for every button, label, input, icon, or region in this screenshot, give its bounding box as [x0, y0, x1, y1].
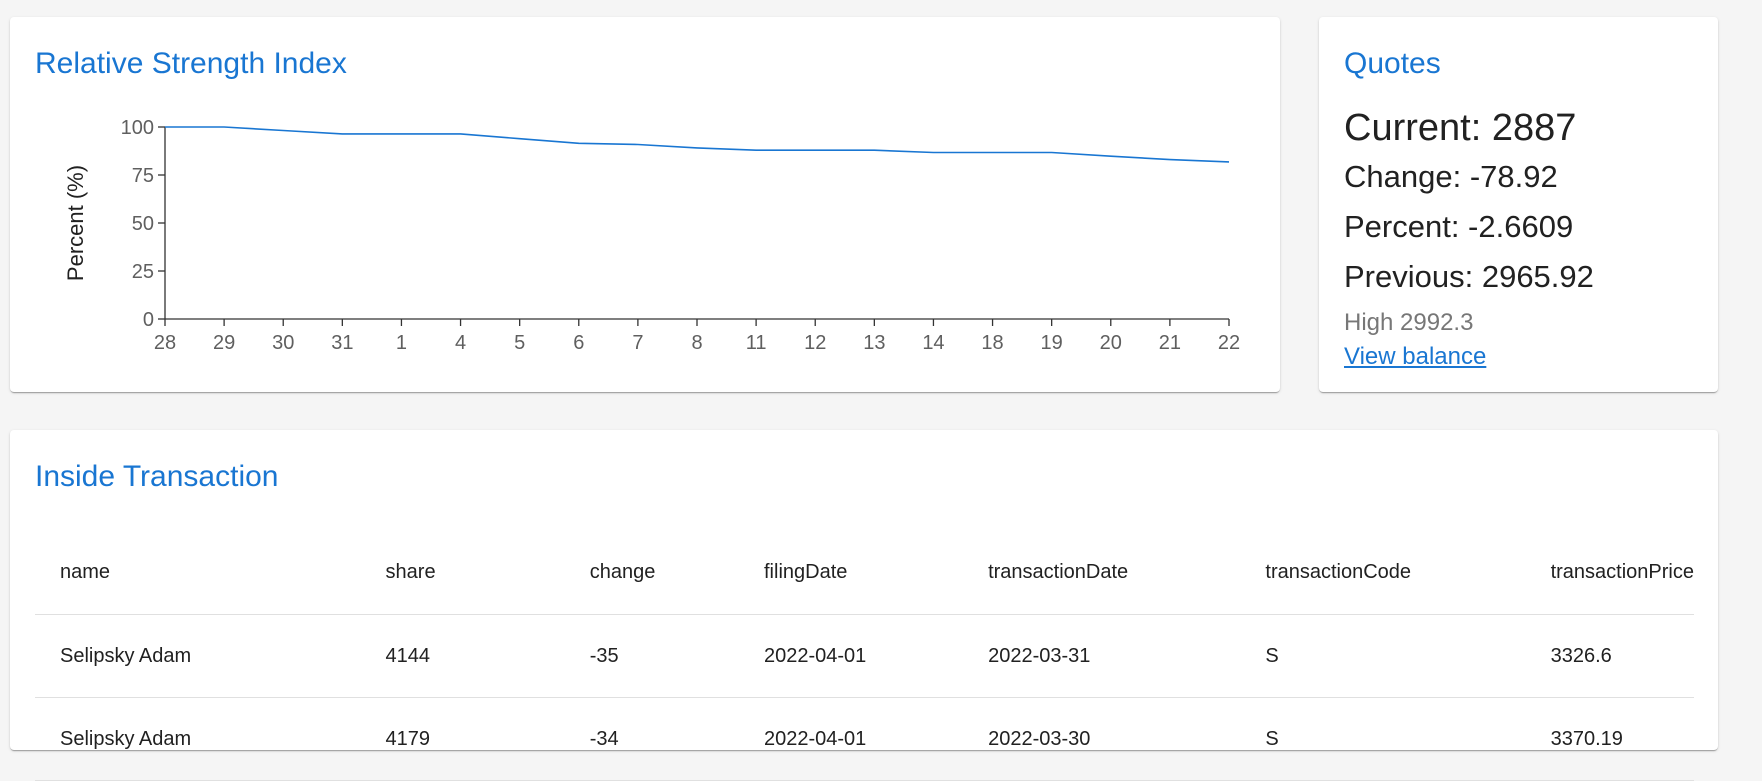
y-tick-label: 75: [132, 165, 154, 187]
x-tick-label: 1: [396, 332, 407, 354]
column-header-transaction-date[interactable]: transactionDate: [963, 530, 1241, 615]
column-header-transaction-code[interactable]: transactionCode: [1240, 530, 1526, 615]
x-tick-label: 20: [1100, 332, 1122, 354]
column-header-name[interactable]: name: [35, 530, 361, 615]
cell-transaction-code: S: [1240, 614, 1526, 698]
x-tick-label: 4: [455, 332, 466, 354]
rsi-series-line: [165, 126, 1230, 163]
cell-transaction-code: S: [1240, 697, 1526, 781]
table-row: Selipsky Adam 4144 -35 2022-04-01 2022-0…: [35, 614, 1694, 698]
x-tick-label: 31: [331, 332, 353, 354]
y-axis-label: Percent (%): [63, 165, 88, 281]
y-tick-label: 100: [121, 117, 154, 139]
quote-percent: Percent: -2.6609: [1344, 209, 1574, 244]
cell-transaction-price: 3326.6: [1525, 614, 1694, 698]
inside-transaction-title: Inside Transaction: [35, 460, 279, 493]
quotes-title: Quotes: [1344, 47, 1441, 80]
cell-transaction-date: 2022-03-30: [963, 697, 1241, 781]
x-tick-label: 7: [632, 332, 643, 354]
x-tick-label: 8: [691, 332, 702, 354]
table-row: Selipsky Adam 4179 -34 2022-04-01 2022-0…: [35, 697, 1694, 781]
x-tick-label: 28: [154, 332, 176, 354]
cell-transaction-price: 3370.19: [1525, 697, 1694, 781]
x-tick-label: 30: [272, 332, 294, 354]
quote-current: Current: 2887: [1344, 107, 1577, 149]
quote-change: Change: -78.92: [1344, 159, 1558, 194]
x-tick-label: 12: [804, 332, 826, 354]
column-header-change[interactable]: change: [564, 530, 739, 615]
rsi-chart: 025507510028 29 30 31 1 4 5 6 7 8 11 12 13 14 18 19 20 21…: [63, 117, 1240, 354]
cell-share: 4179: [360, 697, 565, 781]
quote-high: High 2992.3: [1344, 309, 1474, 336]
transactions-table: name share change filingDate transaction…: [35, 530, 1694, 781]
column-header-filing-date[interactable]: filingDate: [739, 530, 964, 615]
x-tick-label: 21: [1159, 332, 1181, 354]
x-tick-label: 6: [573, 332, 584, 354]
cell-filing-date: 2022-04-01: [739, 697, 964, 781]
cell-change: -35: [564, 614, 739, 698]
column-header-share[interactable]: share: [360, 530, 565, 615]
cell-transaction-date: 2022-03-31: [963, 614, 1241, 698]
table-header-row: name share change filingDate transaction…: [35, 530, 1694, 615]
column-header-transaction-price[interactable]: transactionPrice: [1525, 530, 1694, 615]
cell-share: 4144: [360, 614, 565, 698]
rsi-card: Relative Strength Index 0 25 50 75 100 28 29 30…: [10, 17, 1280, 392]
y-tick-label: 50: [132, 213, 154, 235]
x-tick-label: 11: [746, 332, 767, 354]
y-tick-label: 25: [132, 261, 154, 283]
x-tick-label: 13: [863, 332, 885, 354]
quote-previous: Previous: 2965.92: [1344, 259, 1594, 294]
inside-transaction-card: Inside Transaction name share change fil…: [10, 430, 1718, 781]
cell-change: -34: [564, 697, 739, 781]
x-tick-label: 18: [981, 332, 1003, 354]
view-balance-link[interactable]: View balance: [1344, 343, 1486, 371]
x-tick-label: 5: [514, 332, 525, 354]
cell-name: Selipsky Adam: [35, 697, 361, 781]
x-tick-label: 29: [213, 332, 235, 354]
cell-filing-date: 2022-04-01: [739, 614, 964, 698]
y-tick-label: 0: [143, 309, 154, 331]
x-tick-label: 14: [922, 332, 944, 354]
x-tick-label: 22: [1218, 332, 1240, 354]
cell-name: Selipsky Adam: [35, 614, 361, 698]
x-tick-label: 19: [1041, 332, 1063, 354]
quotes-card: Quotes Current: 2887 Change: -78.92 Perc…: [1319, 17, 1718, 392]
